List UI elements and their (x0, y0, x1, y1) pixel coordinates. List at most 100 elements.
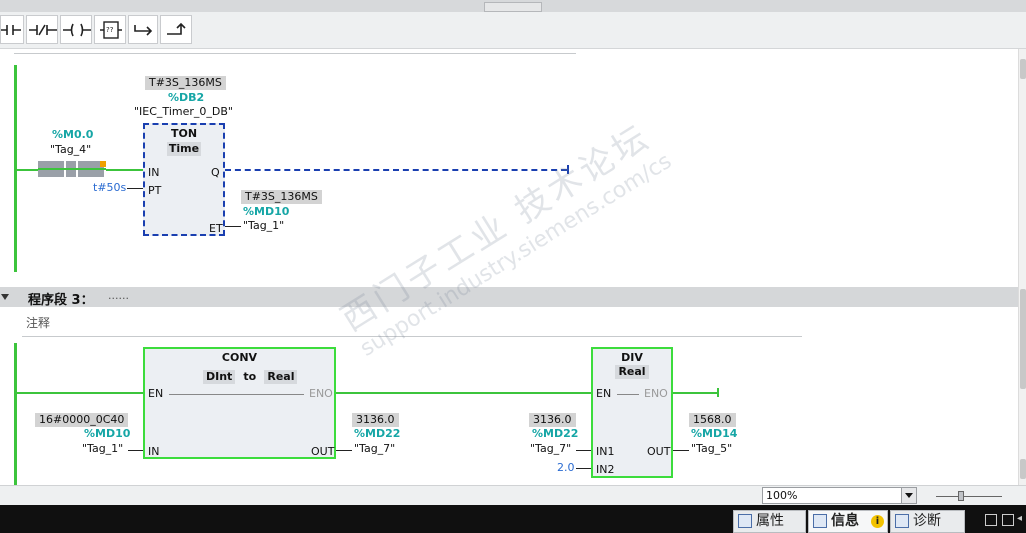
wire (128, 450, 143, 451)
nc-contact-button[interactable] (26, 15, 58, 44)
ton-pin-q: Q (211, 166, 220, 179)
div-pin-en: EN (596, 387, 612, 400)
inspector-tab-bar: 属性 信息 i 诊断 ◂ (0, 505, 1026, 533)
info-badge-icon: i (871, 515, 884, 528)
conv-type-from[interactable]: DInt (203, 370, 236, 384)
ton-block-type: Time (167, 142, 201, 156)
ladder-editor[interactable]: T#3S_136MS %DB2 "IEC_Timer_0_DB" %M0.0 "… (0, 49, 1018, 485)
wire (336, 392, 592, 394)
div-in1-tag[interactable]: "Tag_7" (530, 442, 571, 455)
info-panel-icon (813, 514, 827, 528)
slider-track (936, 496, 1002, 497)
zoom-select[interactable]: 100% (762, 487, 917, 504)
div-pin-out: OUT (647, 445, 671, 458)
div-in1-value: 3136.0 (529, 413, 576, 427)
contact-tag[interactable]: "Tag_4" (50, 143, 91, 156)
scroll-thumb[interactable] (1020, 459, 1026, 479)
maximize-icon[interactable] (1002, 514, 1014, 526)
div-in1-address: %MD22 (532, 427, 579, 440)
watermark-url: support.industry.siemens.com/cs (355, 148, 677, 362)
wire (336, 450, 352, 451)
et-value: T#3S_136MS (241, 190, 322, 204)
scroll-thumb[interactable] (1020, 289, 1026, 389)
tab-properties-label: 属性 (756, 513, 784, 529)
collapse-icon[interactable]: ◂ (1017, 513, 1026, 525)
pt-constant[interactable]: t#50s (93, 181, 126, 194)
network-title: 程序段 3： (28, 293, 94, 308)
coil-button[interactable] (60, 15, 92, 44)
conv-pin-out: OUT (311, 445, 335, 458)
tab-info[interactable]: 信息 i (808, 510, 888, 533)
wire (673, 450, 689, 451)
div-out-address: %MD14 (691, 427, 738, 440)
empty-box-icon: ?? (100, 21, 122, 39)
contact-marker (100, 161, 106, 167)
zoom-value: 100% (766, 489, 798, 502)
et-address: %MD10 (243, 205, 290, 218)
div-pin-in1: IN1 (596, 445, 615, 458)
tab-diagnostics-label: 诊断 (913, 513, 941, 529)
ton-pin-et: ET (209, 222, 223, 235)
vertical-scrollbar[interactable] (1018, 49, 1026, 485)
div-in2-constant[interactable]: 2.0 (557, 461, 575, 474)
contact-address: %M0.0 (52, 128, 94, 141)
ton-pin-in: IN (148, 166, 160, 179)
scroll-thumb[interactable] (1020, 59, 1026, 79)
timer-instance-name[interactable]: "IEC_Timer_0_DB" (134, 105, 233, 118)
zoom-dropdown-button[interactable] (901, 488, 916, 503)
wire (576, 450, 591, 451)
et-tag[interactable]: "Tag_1" (243, 219, 284, 232)
branch-close-icon (167, 22, 186, 35)
tab-diagnostics[interactable]: 诊断 (890, 510, 965, 533)
ton-pin-pt: PT (148, 184, 162, 197)
empty-box-button[interactable]: ?? (94, 15, 126, 44)
conv-type-row: DInt to Real (203, 365, 298, 384)
contact-flow (38, 168, 106, 170)
split-handle[interactable] (484, 2, 542, 12)
div-pin-eno: ENO (644, 387, 668, 400)
conv-pin-en: EN (148, 387, 164, 400)
no-contact-button[interactable] (0, 15, 24, 44)
wire (225, 226, 241, 227)
div-out-tag[interactable]: "Tag_5" (691, 442, 732, 455)
div-block-name: DIV (621, 351, 643, 364)
tab-properties[interactable]: 属性 (733, 510, 806, 533)
network-separator (14, 53, 576, 54)
network-comment[interactable]: 注释 (26, 314, 50, 331)
nc-contact-icon (29, 24, 57, 36)
timer-instance-value: T#3S_136MS (145, 76, 226, 90)
conv-in-address: %MD10 (84, 427, 131, 440)
no-contact[interactable] (38, 161, 106, 177)
wire (106, 169, 144, 171)
conv-type-to[interactable]: Real (264, 370, 298, 384)
properties-icon (738, 514, 752, 528)
network-title-placeholder[interactable]: ...... (108, 289, 129, 302)
conv-type-to-word: to (243, 370, 257, 383)
editor-status-bar: 100% (0, 485, 1026, 506)
wire (673, 392, 718, 394)
branch-open-button[interactable] (128, 15, 158, 44)
div-block-type[interactable]: Real (615, 365, 649, 379)
conv-pin-in: IN (148, 445, 160, 458)
wire (576, 468, 591, 469)
conv-in-tag[interactable]: "Tag_1" (82, 442, 123, 455)
slider-handle[interactable] (958, 491, 964, 501)
conv-pin-eno: ENO (309, 387, 333, 400)
restore-icon[interactable] (985, 514, 997, 526)
power-rail-left (14, 343, 17, 485)
diagnostics-icon (895, 514, 909, 528)
chevron-down-icon (905, 493, 913, 498)
ton-timer-box[interactable]: TON Time IN PT Q ET (143, 123, 225, 236)
conv-box[interactable]: CONV DInt to Real EN ENO IN OUT (143, 347, 336, 459)
div-pin-in2: IN2 (596, 463, 615, 476)
conv-out-address: %MD22 (354, 427, 401, 440)
div-box[interactable]: DIV Real EN ENO IN1 IN2 OUT (591, 347, 673, 478)
forum-watermark: 西门子工业 技术论坛 support.industry.siemens.com/… (330, 107, 676, 362)
conv-out-tag[interactable]: "Tag_7" (354, 442, 395, 455)
div-out-value: 1568.0 (689, 413, 736, 427)
zoom-slider[interactable] (936, 491, 1002, 501)
branch-close-button[interactable] (160, 15, 192, 44)
collapse-arrow-icon[interactable] (1, 294, 9, 300)
network-3-header[interactable]: 程序段 3： ...... (0, 287, 1018, 308)
wire (17, 392, 144, 394)
